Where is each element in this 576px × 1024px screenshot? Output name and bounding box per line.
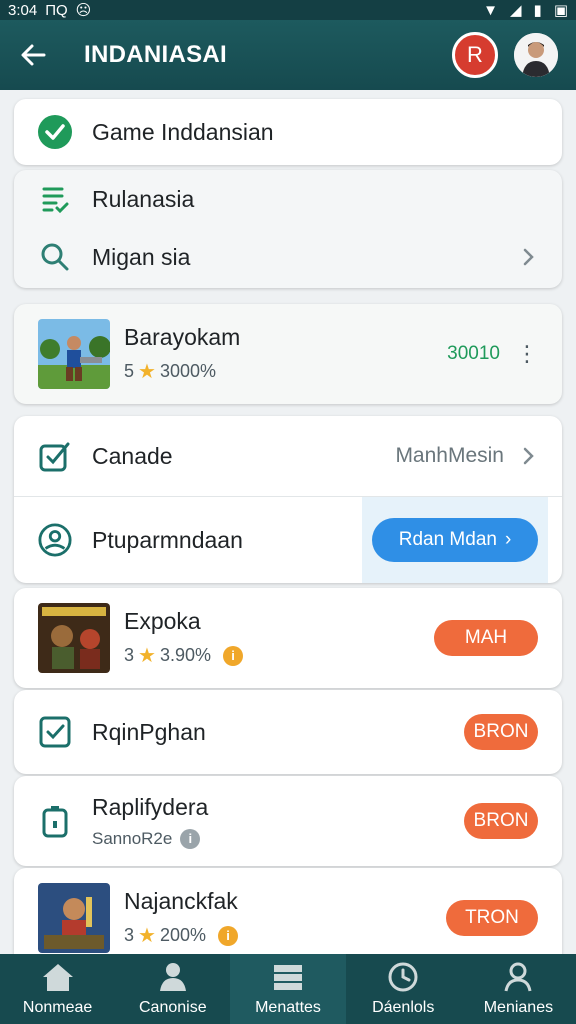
nav-item-home[interactable]: Nonmeae	[0, 954, 115, 1024]
app-bar: INDANIASAI R	[0, 20, 576, 90]
game-thumbnail	[38, 319, 110, 389]
action-button[interactable]: BRON	[464, 714, 538, 750]
action-button[interactable]: BRON	[464, 803, 538, 839]
page-title: INDANIASAI	[84, 41, 228, 68]
layers-icon	[274, 965, 302, 990]
settings-value: ManhMesin	[395, 444, 504, 467]
battery-icon	[38, 804, 72, 838]
home-icon	[42, 964, 73, 991]
game-subtitle: SannoR2e i	[92, 828, 208, 849]
nav-label: Nonmeae	[22, 999, 93, 1016]
settings-label: Canade	[92, 442, 173, 469]
menu-item-label: Rulanasia	[92, 185, 195, 212]
check-circle-icon	[38, 115, 72, 149]
clock-icon	[388, 962, 418, 992]
menu-item-migan-sia[interactable]: Migan sia	[14, 228, 562, 286]
action-button[interactable]: TRON	[446, 900, 538, 936]
back-arrow-icon[interactable]	[18, 40, 48, 70]
game-score: 30010	[447, 343, 500, 364]
list-item[interactable]: Najanckfak 3 ★ 200% i TRON	[14, 868, 562, 968]
nav-item-menianes[interactable]: Menianes	[461, 954, 576, 1024]
profile-icon	[504, 962, 532, 992]
list-item[interactable]: Expoka 3 ★ 3.90% i MAH	[14, 588, 562, 688]
nav-label: Dáenlols	[372, 999, 435, 1016]
settings-card: Canade ManhMesin Ptuparmndaan Rdan Mdan …	[14, 416, 562, 583]
game-rating: 5 ★ 3000%	[124, 359, 240, 384]
r-avatar-button[interactable]: R	[452, 32, 498, 78]
checkbox-icon	[38, 715, 72, 749]
battery-icon: ▮	[533, 2, 542, 19]
map-pin-icon	[38, 523, 72, 557]
rating-count: 5	[124, 361, 135, 381]
nav-label: Menattes	[255, 999, 321, 1016]
list-item[interactable]: RqinPghan BRON	[14, 690, 562, 774]
game-thumbnail	[38, 603, 110, 673]
star-icon: ★	[138, 645, 156, 667]
menu-card: Rulanasia Migan sia	[14, 170, 562, 288]
button-highlight: Rdan Mdan ›	[362, 497, 548, 583]
lock-icon: ▣	[553, 2, 568, 19]
chevron-right-icon	[523, 248, 534, 266]
game-name: Barayokam	[124, 324, 241, 350]
rating-percent: 3000%	[159, 361, 217, 381]
status-time: 3:04	[8, 1, 38, 19]
rdan-mdan-button[interactable]: Rdan Mdan ›	[372, 518, 538, 562]
nav-label: Menianes	[483, 999, 554, 1016]
nav-item-daenlols[interactable]: Dáenlols	[346, 954, 461, 1024]
person-icon	[159, 963, 186, 991]
info-icon: i	[180, 828, 201, 849]
rating-count: 3	[124, 925, 135, 945]
wifi-icon: ▼	[483, 1, 498, 19]
game-thumbnail	[38, 883, 110, 953]
rating-percent: 3.90%	[159, 645, 211, 665]
info-icon: i	[218, 925, 238, 946]
game-card[interactable]: Game Inddansian	[14, 99, 562, 165]
star-icon: ★	[138, 925, 156, 947]
action-button[interactable]: MAH	[434, 620, 538, 656]
chevron-right-icon: ›	[504, 529, 512, 550]
settings-label: Ptuparmndaan	[92, 526, 243, 553]
list-item[interactable]: Raplifydera SannoR2e i BRON	[14, 776, 562, 866]
rating-count: 3	[124, 645, 135, 665]
settings-row-canade[interactable]: Canade ManhMesin	[14, 416, 562, 496]
game-card-label: Game Inddansian	[92, 118, 274, 145]
status-bar: 3:04 ПQ ☹ ▼ ◢ ▮ ▣	[0, 0, 576, 20]
featured-game-card[interactable]: Barayokam 5 ★ 3000% 30010 ⋮	[14, 304, 562, 404]
signal-icon: ◢	[510, 2, 522, 19]
game-name: Raplifydera	[92, 793, 209, 820]
button-label: Rdan Mdan	[398, 529, 497, 550]
game-name: Najanckfak	[124, 888, 238, 914]
nav-item-menattes[interactable]: Menattes	[230, 954, 346, 1024]
subtitle-text: SannoR2e	[92, 828, 173, 848]
star-icon: ★	[138, 361, 156, 383]
bottom-nav: Nonmeae Canonise Menattes Dáenlols Menia…	[0, 954, 576, 1024]
chevron-right-icon	[523, 447, 534, 465]
menu-item-label: Migan sia	[92, 243, 191, 270]
info-icon: i	[223, 645, 243, 666]
menu-item-rulanasia[interactable]: Rulanasia	[14, 170, 562, 228]
game-rating: 3 ★ 200% i	[124, 923, 238, 948]
settings-row-ptuparmndaan: Ptuparmndaan Rdan Mdan ›	[14, 497, 562, 583]
nav-label: Canonise	[139, 999, 207, 1016]
nav-item-canonise[interactable]: Canonise	[115, 954, 230, 1024]
search-icon	[38, 240, 72, 274]
game-name: Expoka	[124, 608, 201, 634]
check-square-icon	[38, 439, 72, 473]
rating-percent: 200%	[159, 925, 206, 945]
list-check-icon	[38, 182, 72, 216]
more-vert-icon[interactable]: ⋮	[516, 343, 538, 365]
status-extra: ПQ	[45, 1, 68, 19]
user-avatar[interactable]	[514, 33, 558, 77]
game-name: RqinPghan	[92, 718, 206, 745]
game-rating: 3 ★ 3.90% i	[124, 643, 243, 668]
notification-icon: ☹	[75, 2, 92, 19]
